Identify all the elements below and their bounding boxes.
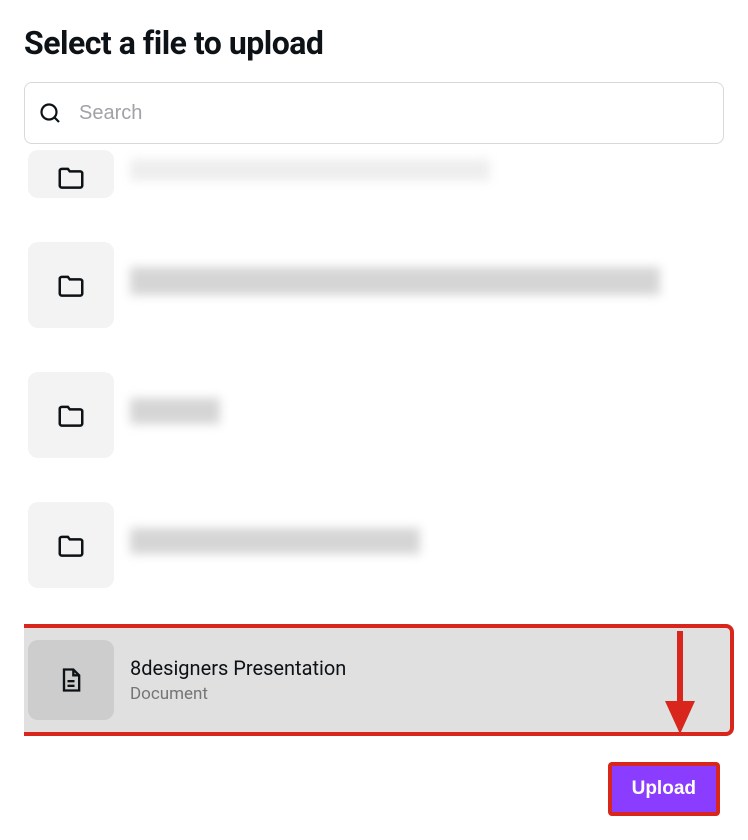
search-input[interactable] xyxy=(24,82,724,144)
search-container xyxy=(24,82,724,144)
folder-icon xyxy=(28,242,114,328)
upload-modal: Select a file to upload xyxy=(0,0,748,840)
file-list[interactable]: 8designers Presentation Document Documen… xyxy=(24,148,742,750)
list-item[interactable] xyxy=(24,494,730,596)
document-icon xyxy=(28,640,114,720)
folder-icon xyxy=(28,502,114,588)
item-subtitle: Document xyxy=(130,684,726,704)
list-item[interactable] xyxy=(24,364,730,466)
list-item[interactable] xyxy=(24,234,730,336)
folder-icon xyxy=(28,150,114,198)
modal-footer: Upload xyxy=(24,750,724,816)
item-title: 8designers Presentation xyxy=(130,656,726,680)
list-item[interactable] xyxy=(24,148,730,206)
upload-button[interactable]: Upload xyxy=(608,762,720,816)
folder-icon xyxy=(28,372,114,458)
modal-title: Select a file to upload xyxy=(24,24,724,62)
list-item-selected[interactable]: 8designers Presentation Document xyxy=(24,624,734,736)
